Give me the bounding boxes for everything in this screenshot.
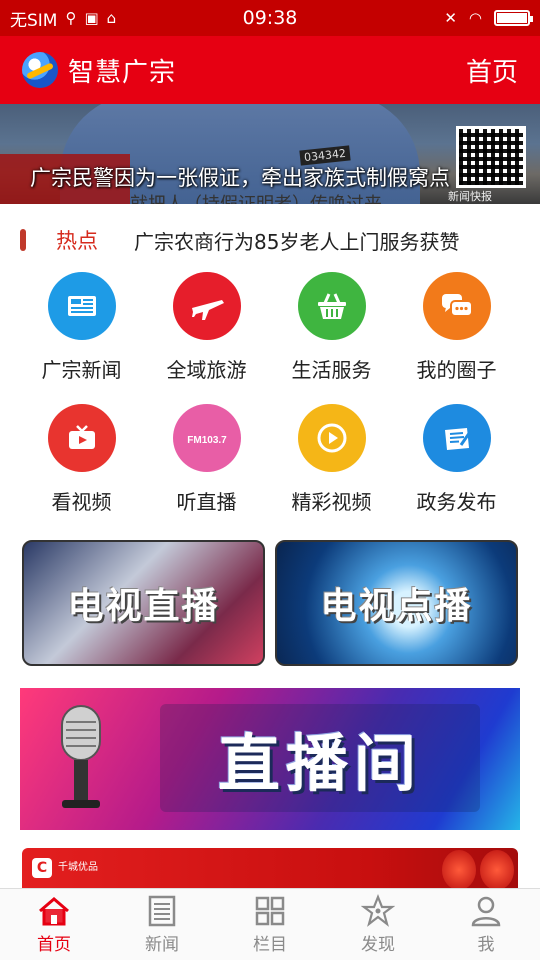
usb-icon: ⚲	[65, 9, 77, 27]
fm-radio-icon: FM103.7	[172, 404, 241, 472]
hot-news-ticker[interactable]: 热点 广宗农商行为85岁老人上门服务获赞	[0, 218, 540, 262]
document-pen-icon	[422, 404, 491, 472]
nav-label: 发现	[361, 935, 395, 955]
banner-video-subtitle: 就把人（持假证明者）传唤过来	[130, 190, 382, 204]
person-icon	[471, 896, 501, 927]
microphone-icon	[61, 705, 101, 808]
grid-label: 生活服务	[291, 358, 372, 382]
news-banner[interactable]: 034342 就把人（持假证明者）传唤过来 广宗民警因为一张假证，牵出家族式制假…	[0, 104, 540, 204]
grid-icon	[255, 896, 285, 926]
live-room-title: 直播间	[160, 704, 480, 812]
lantern-decoration	[442, 850, 476, 888]
grid-label: 听直播	[176, 490, 237, 514]
sd-card-icon: ▣	[84, 9, 99, 27]
mute-icon: ✕	[444, 9, 457, 27]
discover-star-icon	[361, 894, 395, 927]
battery-icon	[494, 10, 533, 26]
ticker-label: 热点	[56, 229, 98, 253]
airplane-icon	[172, 272, 241, 340]
nav-columns[interactable]: 栏目	[216, 889, 324, 960]
lantern-decoration	[480, 850, 514, 888]
nav-label: 我	[477, 935, 495, 955]
promo-ad-strip[interactable]: C 千城优品	[22, 848, 518, 888]
grid-label: 精彩视频	[291, 490, 372, 514]
grid-item-government-release[interactable]: 政务发布	[394, 404, 519, 536]
grid-label: 我的圈子	[416, 358, 497, 382]
ticker-marker	[20, 229, 26, 251]
grid-label: 全域旅游	[166, 358, 247, 382]
home-icon	[39, 897, 69, 926]
grid-label: 看视频	[51, 490, 112, 514]
grid-item-guangzong-news[interactable]: 广宗新闻	[19, 272, 144, 404]
grid-item-featured-videos[interactable]: 精彩视频	[269, 404, 394, 536]
grid-item-watch-video[interactable]: 看视频	[19, 404, 144, 536]
ad-logo: C	[32, 858, 52, 878]
grid-label: 广宗新闻	[41, 358, 122, 382]
play-icon	[297, 404, 366, 472]
nav-label: 新闻	[145, 935, 179, 955]
live-room-banner[interactable]: 直播间	[20, 688, 520, 830]
ticker-headline[interactable]: 广宗农商行为85岁老人上门服务获赞	[134, 226, 459, 255]
nav-me[interactable]: 我	[432, 889, 540, 960]
banner-watermark: 新闻快报	[448, 190, 492, 203]
svg-text:FM103.7: FM103.7	[187, 435, 227, 446]
chat-bubbles-icon	[422, 272, 491, 340]
qr-code	[456, 126, 526, 188]
tv-vod-title: 电视点播	[320, 586, 473, 627]
tv-live-card[interactable]: 电视直播	[22, 540, 265, 666]
grid-item-life-services[interactable]: 生活服务	[269, 272, 394, 404]
app-header: 智慧广宗 首页	[0, 36, 540, 104]
wifi-icon: ◠	[468, 9, 482, 27]
grid-item-listen-live[interactable]: FM103.7 听直播	[144, 404, 269, 536]
nav-label: 栏目	[253, 935, 287, 955]
nav-label: 首页	[37, 935, 71, 955]
tv-cards: 电视直播 电视点播	[22, 540, 518, 666]
feature-grid: 广宗新闻 全域旅游 生活服务 我的圈子 看视频 FM103.7 听直播 精彩视频…	[0, 272, 540, 536]
debug-icon: ⌂	[106, 9, 117, 27]
nav-discover[interactable]: 发现	[324, 889, 432, 960]
tv-live-title: 电视直播	[67, 586, 220, 627]
news-list-icon	[148, 895, 176, 927]
tv-vod-card[interactable]: 电视点播	[275, 540, 518, 666]
basket-icon	[297, 272, 366, 340]
grid-item-tourism[interactable]: 全域旅游	[144, 272, 269, 404]
banner-caption: 广宗民警因为一张假证，牵出家族式制假窝点	[30, 166, 450, 190]
grid-label: 政务发布	[416, 490, 497, 514]
ad-brand: 千城优品	[58, 862, 98, 873]
app-logo	[22, 52, 58, 88]
status-bar: 无SIM ⚲ ▣ ⌂ 09:38 ✕ ◠	[0, 0, 540, 36]
newspaper-icon	[47, 272, 116, 340]
home-link[interactable]: 首页	[466, 52, 518, 89]
nav-news[interactable]: 新闻	[108, 889, 216, 960]
carrier-label: 无SIM	[10, 10, 58, 31]
app-title: 智慧广宗	[68, 57, 177, 88]
grid-item-my-circle[interactable]: 我的圈子	[394, 272, 519, 404]
bottom-nav: 首页 新闻 栏目 发现 我	[0, 888, 540, 960]
nav-home[interactable]: 首页	[0, 889, 108, 960]
tv-icon	[47, 404, 116, 472]
